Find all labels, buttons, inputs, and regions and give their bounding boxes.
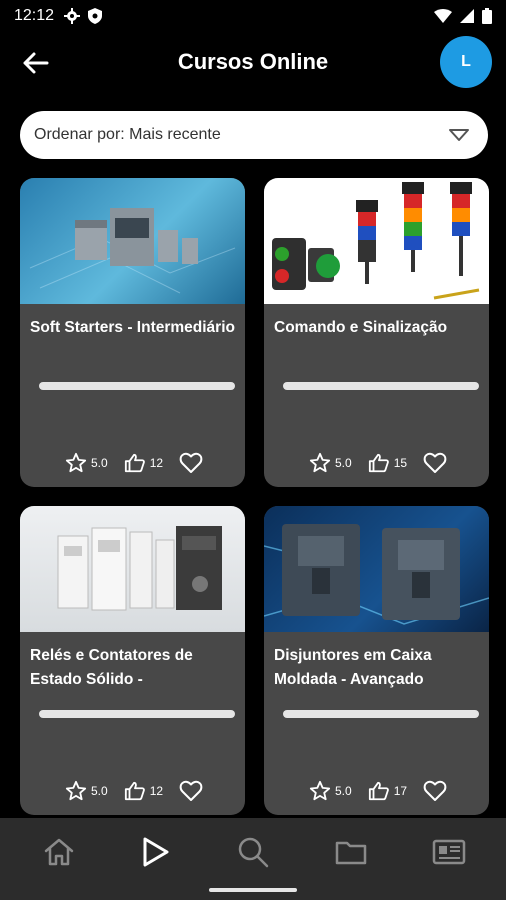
- favorite-button[interactable]: [423, 780, 447, 802]
- favorite-button[interactable]: [179, 780, 203, 802]
- thumbs-up-icon: [124, 781, 145, 801]
- course-card[interactable]: Soft Starters - Intermediário 5.0 12: [20, 178, 245, 487]
- rating: 5.0: [309, 780, 352, 802]
- nav-home[interactable]: [39, 832, 79, 872]
- course-stats: 5.0 12: [65, 452, 203, 474]
- course-card[interactable]: Disjuntores em Caixa Moldada - Avançado …: [264, 506, 489, 815]
- heart-icon: [423, 780, 447, 801]
- star-icon: [65, 780, 87, 801]
- course-title: Comando e Sinalização: [274, 319, 448, 336]
- course-card[interactable]: Comando e Sinalização 5.0 15: [264, 178, 489, 487]
- progress-bar: [39, 382, 235, 390]
- nav-folder[interactable]: [331, 832, 371, 872]
- rating: 5.0: [65, 452, 108, 474]
- rating: 5.0: [65, 780, 108, 802]
- likes[interactable]: 12: [124, 780, 163, 802]
- favorite-button[interactable]: [179, 452, 203, 474]
- folder-icon: [335, 841, 367, 865]
- heart-icon: [179, 780, 203, 801]
- sort-label: Ordenar por: Mais recente: [34, 126, 221, 143]
- chevron-down-icon: [449, 129, 469, 141]
- sort-dropdown[interactable]: Ordenar por: Mais recente: [20, 111, 488, 159]
- likes-count: 15: [393, 456, 408, 470]
- likes-count: 12: [149, 784, 164, 798]
- likes[interactable]: 12: [124, 452, 163, 474]
- avatar[interactable]: L: [440, 36, 492, 88]
- course-image: [264, 178, 489, 304]
- rating-value: 5.0: [335, 784, 352, 798]
- page-title: Cursos Online: [177, 49, 329, 74]
- search-icon: [238, 837, 269, 868]
- news-icon: [432, 839, 466, 865]
- wifi-icon: [434, 9, 452, 23]
- course-title: Relés e Contatores de Estado Sólido -: [30, 647, 193, 688]
- star-icon: [309, 452, 331, 473]
- progress-bar: [283, 710, 479, 718]
- status-bar: 12:12: [0, 0, 506, 32]
- star-icon: [309, 780, 331, 801]
- course-image: [264, 506, 489, 632]
- shield-icon: [88, 8, 103, 24]
- star-icon: [65, 452, 87, 473]
- home-indicator: [209, 888, 297, 892]
- likes-count: 17: [393, 784, 408, 798]
- likes-count: 12: [149, 456, 164, 470]
- thumbs-up-icon: [368, 781, 389, 801]
- likes[interactable]: 15: [368, 452, 407, 474]
- home-icon: [44, 838, 74, 866]
- heart-icon: [179, 452, 203, 473]
- thumbs-up-icon: [368, 453, 389, 473]
- course-title: Disjuntores em Caixa Moldada - Avançado: [274, 647, 432, 688]
- course-card[interactable]: Relés e Contatores de Estado Sólido - 5.…: [20, 506, 245, 815]
- course-stats: 5.0 15: [309, 452, 447, 474]
- course-image: [20, 506, 245, 632]
- rating-value: 5.0: [91, 456, 108, 470]
- app-bar: Cursos Online L: [0, 32, 506, 94]
- nav-news[interactable]: [429, 832, 469, 872]
- thumbs-up-icon: [124, 453, 145, 473]
- rating: 5.0: [309, 452, 352, 474]
- course-title: Soft Starters - Intermediário: [30, 319, 235, 336]
- status-time: 12:12: [14, 7, 55, 24]
- battery-icon: [482, 8, 492, 24]
- course-image: [20, 178, 245, 304]
- nav-courses[interactable]: [135, 832, 175, 872]
- favorite-button[interactable]: [423, 452, 447, 474]
- gear-icon: [64, 8, 81, 24]
- heart-icon: [423, 452, 447, 473]
- likes[interactable]: 17: [368, 780, 407, 802]
- play-icon: [143, 837, 169, 867]
- course-stats: 5.0 17: [309, 780, 447, 802]
- rating-value: 5.0: [91, 784, 108, 798]
- progress-bar: [39, 710, 235, 718]
- rating-value: 5.0: [335, 456, 352, 470]
- course-stats: 5.0 12: [65, 780, 203, 802]
- progress-bar: [283, 382, 479, 390]
- nav-search[interactable]: [233, 832, 273, 872]
- signal-icon: [460, 9, 474, 23]
